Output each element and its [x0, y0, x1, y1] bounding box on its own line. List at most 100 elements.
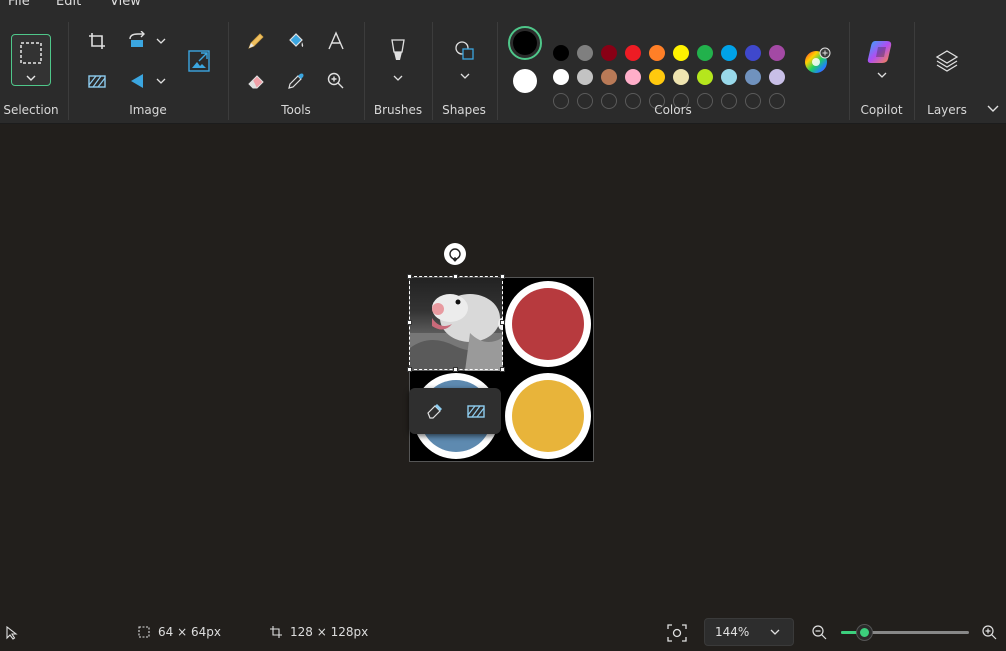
rotate-icon [129, 31, 166, 47]
primary-color-button[interactable] [508, 26, 542, 60]
resize-handle[interactable] [500, 367, 505, 372]
group-label-layers: Layers [927, 103, 967, 117]
zoom-level-text: 144% [715, 625, 750, 639]
resize-handle[interactable] [453, 367, 458, 372]
brushes-button[interactable] [383, 34, 413, 86]
zoom-out-button[interactable] [804, 617, 834, 647]
group-label-shapes: Shapes [442, 103, 486, 117]
resize-handle[interactable] [500, 320, 505, 325]
menu-view[interactable]: View [110, 0, 141, 9]
resize-handle[interactable] [407, 274, 412, 279]
palette-swatch[interactable] [673, 45, 689, 61]
resize-handle[interactable] [407, 367, 412, 372]
zoom-in-icon [982, 625, 997, 640]
palette-swatch[interactable] [649, 45, 665, 61]
magnifier-icon [327, 72, 344, 89]
secondary-color-button[interactable] [513, 69, 537, 93]
palette-swatch[interactable] [577, 69, 593, 85]
flip-icon [131, 74, 166, 88]
fill-bucket-icon [289, 33, 304, 47]
palette-swatch[interactable] [601, 69, 617, 85]
color-picker-button[interactable] [281, 66, 311, 96]
fit-screen-icon [667, 624, 687, 642]
palette-swatch[interactable] [601, 45, 617, 61]
resize-handle[interactable] [407, 320, 412, 325]
fit-to-window-button[interactable] [662, 618, 692, 648]
group-label-copilot: Copilot [860, 103, 903, 117]
chevron-down-icon [987, 105, 999, 112]
palette-swatch[interactable] [625, 45, 641, 61]
color-picker-icon [288, 73, 304, 89]
edit-colors-button[interactable] [801, 45, 833, 77]
primary-color-swatch [513, 31, 537, 55]
red-circle [505, 281, 591, 367]
canvas-size-icon [270, 626, 282, 638]
zoom-in-button[interactable] [974, 617, 1004, 647]
selection-size-text: 64 × 64px [158, 625, 221, 639]
resize-handle[interactable] [453, 274, 458, 279]
color-wheel-icon [805, 47, 831, 73]
rotate-button[interactable] [124, 26, 168, 56]
copilot-icon [867, 41, 892, 78]
palette-swatch[interactable] [769, 45, 785, 61]
eraser-button[interactable] [241, 66, 271, 96]
palette-swatch[interactable] [745, 45, 761, 61]
zoom-select[interactable]: 144% [704, 618, 794, 646]
magnifier-button[interactable] [321, 66, 351, 96]
shapes-button[interactable] [450, 34, 480, 86]
copilot-button[interactable] [866, 36, 898, 84]
palette-swatch[interactable] [649, 69, 665, 85]
group-label-tools: Tools [281, 103, 311, 117]
crop-icon [89, 33, 105, 49]
selection-context-toolbar [409, 388, 501, 434]
text-button[interactable] [321, 26, 351, 56]
pointer-icon [6, 626, 18, 640]
group-label-image: Image [129, 103, 167, 117]
layers-icon [935, 50, 959, 72]
palette-swatch[interactable] [673, 69, 689, 85]
eraser-outline-icon [427, 404, 442, 419]
expand-ribbon-button[interactable] [983, 98, 1003, 120]
selection-button[interactable] [11, 34, 51, 86]
eraser-icon [248, 75, 264, 89]
yellow-circle [505, 373, 591, 459]
remove-background-button[interactable] [461, 396, 491, 426]
chevron-down-icon [770, 629, 780, 635]
pencil-button[interactable] [241, 26, 271, 56]
zoom-slider-thumb[interactable] [857, 625, 873, 640]
palette-swatch[interactable] [697, 69, 713, 85]
ribbon: Selection Image Tools Brushes Shapes Col… [0, 16, 1006, 124]
selection-rectangle[interactable] [409, 276, 503, 370]
menu-edit[interactable]: Edit [56, 0, 81, 9]
erase-selection-button[interactable] [419, 396, 449, 426]
canvas-size-text: 128 × 128px [290, 625, 369, 639]
resize-button[interactable] [184, 46, 214, 76]
menu-file[interactable]: File [8, 0, 30, 9]
rotate-handle[interactable] [444, 243, 466, 265]
palette-swatch[interactable] [697, 45, 713, 61]
group-label-selection: Selection [3, 103, 59, 117]
brush-icon [391, 39, 405, 81]
palette-swatch[interactable] [553, 69, 569, 85]
text-icon [328, 31, 344, 50]
background-removal-icon [88, 75, 106, 88]
palette-swatch[interactable] [769, 69, 785, 85]
palette-swatch[interactable] [553, 45, 569, 61]
resize-icon [188, 50, 210, 72]
palette-swatch[interactable] [577, 45, 593, 61]
menubar: File Edit View [0, 0, 1006, 16]
fill-button[interactable] [281, 26, 311, 56]
palette-swatch[interactable] [625, 69, 641, 85]
layers-button[interactable] [932, 46, 962, 76]
flip-button[interactable] [124, 66, 168, 96]
resize-handle[interactable] [500, 274, 505, 279]
palette-swatch[interactable] [745, 69, 761, 85]
group-label-brushes: Brushes [373, 103, 423, 117]
rectangle-select-icon [20, 42, 42, 81]
zoom-out-icon [812, 625, 827, 640]
crop-button[interactable] [82, 26, 112, 56]
palette-swatch[interactable] [721, 69, 737, 85]
background-removal-button[interactable] [82, 66, 112, 96]
palette-swatch[interactable] [721, 45, 737, 61]
selection-size-icon [138, 626, 150, 638]
